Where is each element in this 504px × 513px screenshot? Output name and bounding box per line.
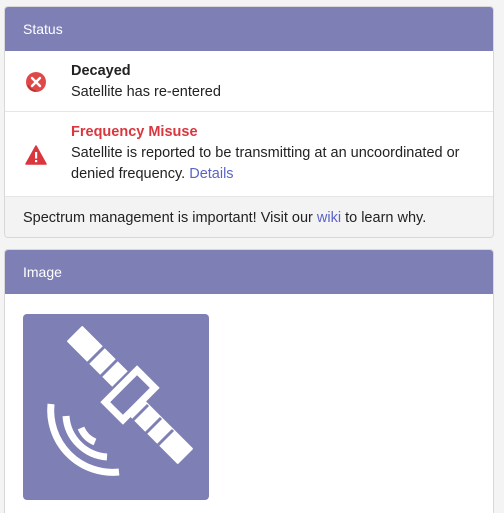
footer-text-before: Spectrum management is important! Visit … [23, 210, 313, 226]
footer-text-after: to learn why. [345, 210, 427, 226]
satellite-icon [23, 326, 209, 504]
status-item-desc: Satellite is reported to be transmitting… [71, 143, 481, 185]
status-item-title: Decayed [71, 63, 131, 79]
decayed-x-icon [25, 71, 47, 93]
status-item-frequency-misuse: Frequency Misuse Satellite is reported t… [5, 112, 493, 196]
page: Status Decayed Satellite has re-entered [0, 0, 504, 513]
status-card: Status Decayed Satellite has re-entered [4, 6, 494, 238]
details-link[interactable]: Details [189, 166, 233, 182]
status-item-desc: Satellite has re-entered [71, 84, 221, 100]
status-item-title: Frequency Misuse [71, 124, 198, 140]
status-item-text: Frequency Misuse Satellite is reported t… [71, 122, 481, 185]
image-card-header: Image [5, 250, 493, 294]
status-item-desc-text: Satellite is reported to be transmitting… [71, 145, 460, 182]
status-card-footer: Spectrum management is important! Visit … [5, 196, 493, 237]
status-item-text: Decayed Satellite has re-entered [71, 61, 481, 103]
satellite-image [23, 314, 209, 500]
image-card: Image [4, 249, 494, 513]
status-item-decayed: Decayed Satellite has re-entered [5, 51, 493, 112]
status-card-header: Status [5, 7, 493, 51]
warning-icon [25, 144, 47, 166]
wiki-link[interactable]: wiki [317, 210, 341, 226]
